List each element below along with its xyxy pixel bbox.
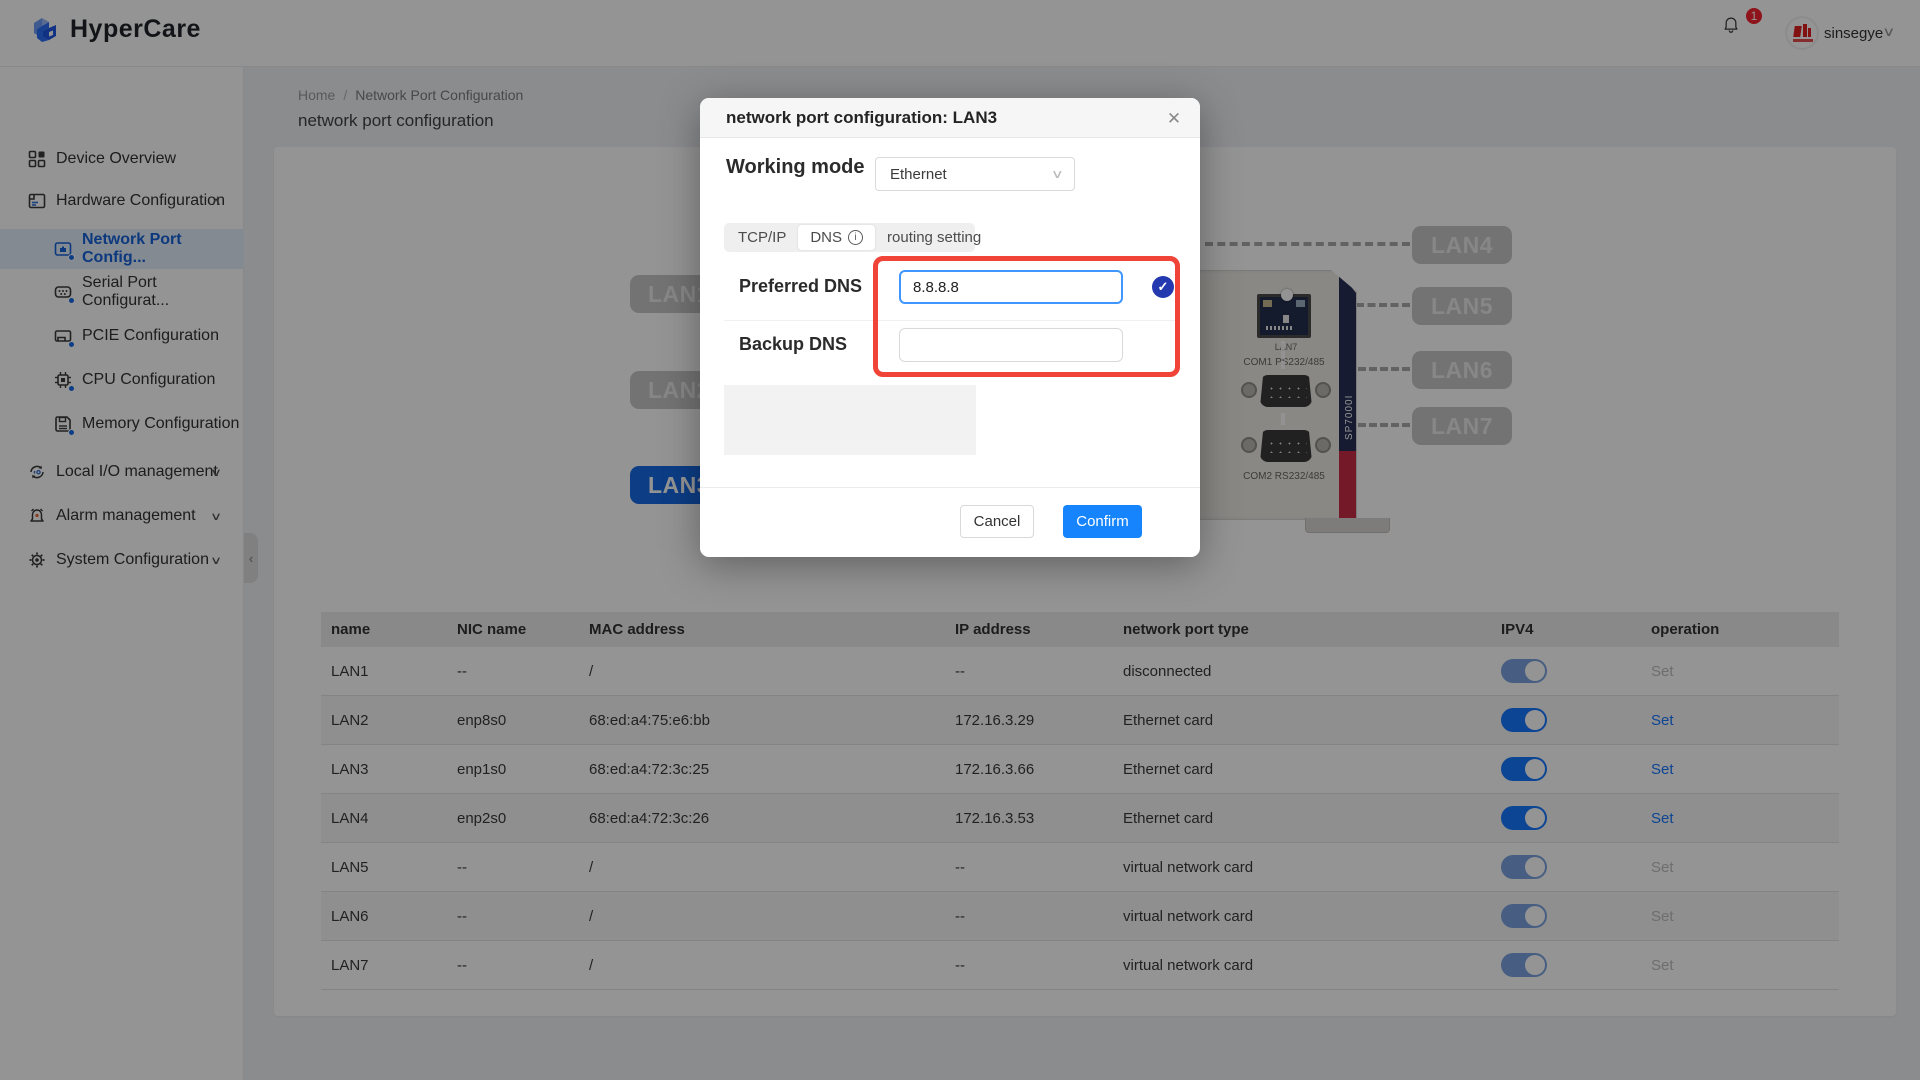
info-icon: i	[848, 230, 864, 245]
close-icon[interactable]: ✕	[1162, 107, 1186, 131]
dialog-title-bar: network port configuration: LAN3	[700, 98, 1200, 138]
backup-dns-label: Backup DNS	[739, 334, 848, 354]
working-mode-select[interactable]: Ethernet ∨	[875, 157, 1075, 191]
dialog-footer-divider	[700, 487, 1200, 488]
chevron-down-icon: ∨	[1051, 167, 1065, 181]
dialog-title: network port configuration: LAN3	[726, 107, 998, 127]
preferred-dns-input[interactable]	[899, 270, 1123, 304]
port-config-dialog: network port configuration: LAN3 ✕ Worki…	[700, 98, 1200, 557]
tab-tcpip[interactable]: TCP/IP	[726, 225, 798, 250]
preferred-dns-label: Preferred DNS	[739, 276, 863, 296]
working-mode-value: Ethernet	[890, 165, 947, 183]
cancel-button[interactable]: Cancel	[960, 505, 1034, 538]
dialog-tabbar: TCP/IP DNS i routing setting	[724, 223, 981, 252]
working-mode-label: Working mode	[726, 156, 865, 178]
valid-check-icon: ✓	[1152, 276, 1174, 298]
tab-routing-setting[interactable]: routing setting	[875, 225, 993, 250]
field-divider	[724, 320, 1180, 321]
tab-panel-empty-area	[724, 385, 976, 455]
backup-dns-input[interactable]	[899, 328, 1123, 362]
tab-dns-label: DNS	[810, 229, 843, 246]
tab-dns[interactable]: DNS i	[798, 225, 876, 250]
confirm-button[interactable]: Confirm	[1063, 505, 1142, 538]
